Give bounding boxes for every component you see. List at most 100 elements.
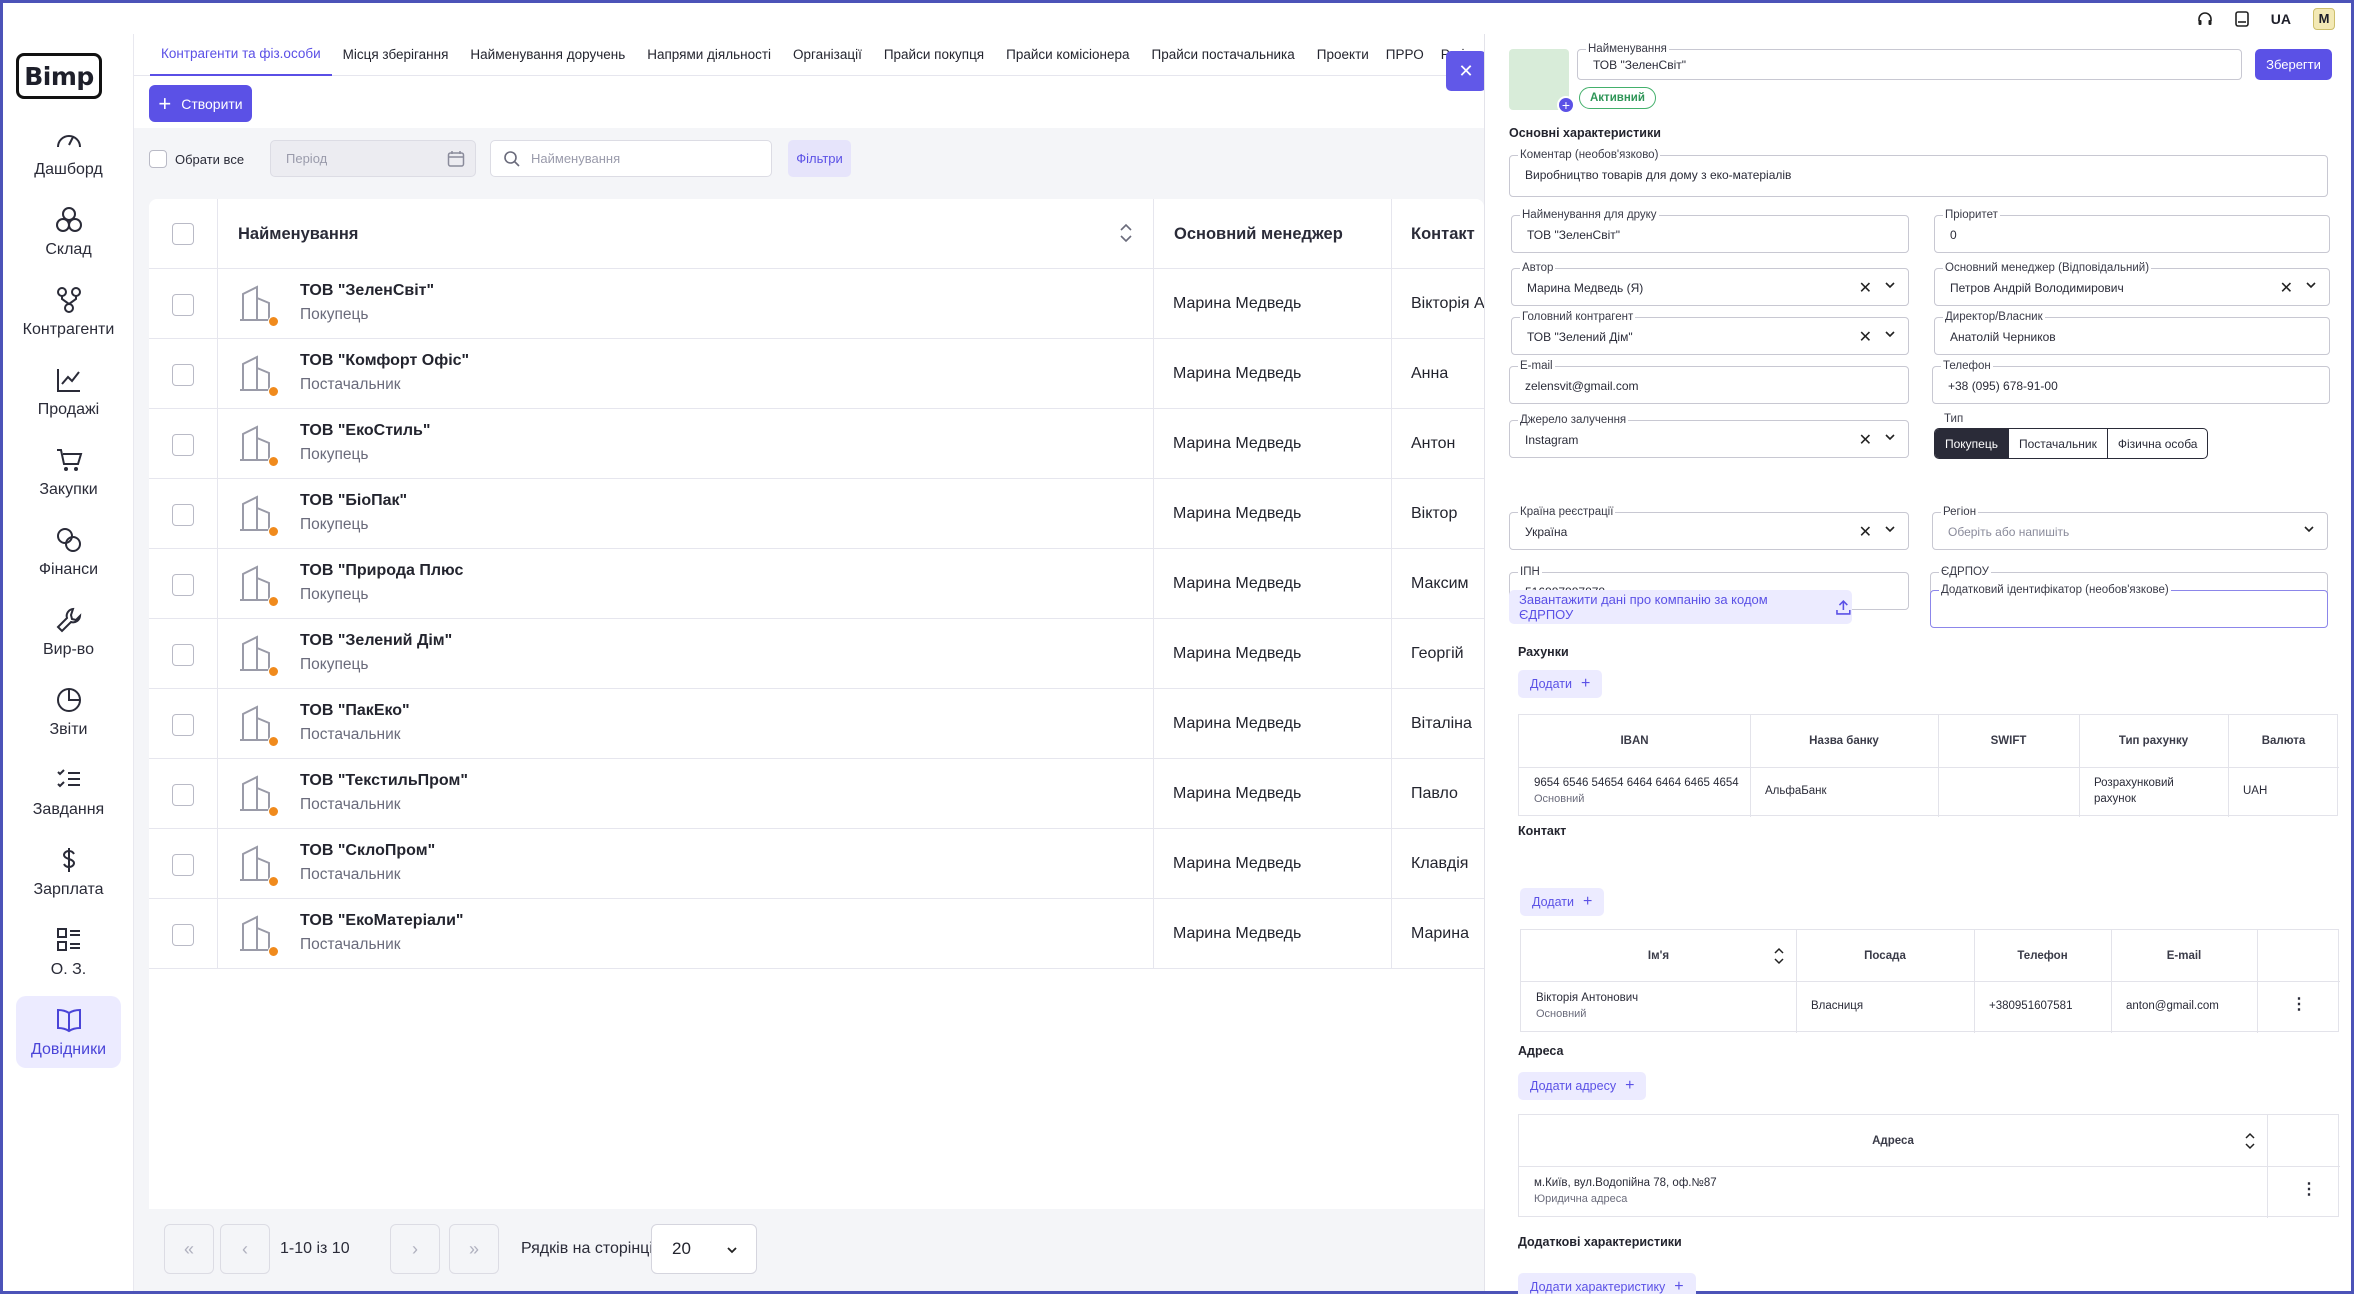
country-select[interactable]: Країна реєстрації Україна ✕ xyxy=(1509,505,1909,550)
row-name[interactable]: ТОВ "ТекстильПром" xyxy=(300,772,468,790)
user-avatar[interactable]: M xyxy=(2313,7,2335,30)
row-checkbox[interactable] xyxy=(172,784,194,806)
row-checkbox[interactable] xyxy=(172,714,194,736)
author-select[interactable]: Автор Марина Медведь (Я) ✕ xyxy=(1511,261,1909,306)
row-checkbox[interactable] xyxy=(172,364,194,386)
sort-icon[interactable] xyxy=(1119,221,1133,245)
create-button[interactable]: + Створити xyxy=(149,85,252,122)
more-vertical-icon[interactable]: ⋮ xyxy=(2301,1179,2317,1199)
tab-commissioner-prices[interactable]: Прайси комісіонера xyxy=(995,34,1140,76)
more-vertical-icon[interactable]: ⋮ xyxy=(2291,994,2307,1014)
table-row[interactable]: ТОВ "БіоПак" Покупець Марина Медведь Віктор xyxy=(149,479,1484,549)
status-badge[interactable]: Активний xyxy=(1579,87,1656,109)
table-row[interactable]: ТОВ "ПакЕко" Постачальник Марина Медведь Ві… xyxy=(149,689,1484,759)
type-buyer-option[interactable]: Покупець xyxy=(1935,429,2009,458)
table-row[interactable]: ТОВ "ЕкоМатеріали" Постачальник Марина Мед… xyxy=(149,899,1484,969)
source-select[interactable]: Джерело залучення Instagram ✕ xyxy=(1509,413,1909,458)
logo[interactable]: Bimp xyxy=(16,53,102,99)
sidebar-item-finance[interactable]: Фінанси xyxy=(16,516,121,588)
tab-supplier-prices[interactable]: Прайси постачальника xyxy=(1141,34,1306,76)
sidebar-item-purchases[interactable]: Закупки xyxy=(16,436,121,508)
sort-icon[interactable] xyxy=(2244,1130,2256,1152)
row-checkbox[interactable] xyxy=(172,924,194,946)
print-name-field[interactable]: Найменування для друку ТОВ "ЗеленСвіт" xyxy=(1511,208,1909,253)
table-row[interactable]: ТОВ "ТекстильПром" Постачальник Марина Мед… xyxy=(149,759,1484,829)
table-row[interactable]: ТОВ "СклоПром" Постачальник Марина Медведь… xyxy=(149,829,1484,899)
row-checkbox[interactable] xyxy=(172,854,194,876)
sort-icon[interactable] xyxy=(1773,945,1785,967)
row-checkbox[interactable] xyxy=(172,294,194,316)
load-company-data-button[interactable]: Завантажити дані про компанію за кодом Є… xyxy=(1509,590,1852,624)
language-switch[interactable]: UA xyxy=(2271,11,2291,27)
company-photo[interactable]: + xyxy=(1509,49,1575,114)
region-select[interactable]: Регіон Оберіть або напишіть xyxy=(1932,505,2328,550)
add-account-button[interactable]: Додати + xyxy=(1518,670,1603,698)
header-checkbox[interactable] xyxy=(172,223,194,245)
sidebar-item-reports[interactable]: Звіти xyxy=(16,676,121,748)
sidebar-item-warehouse[interactable]: Склад xyxy=(16,196,121,268)
filters-button[interactable]: Фільтри xyxy=(788,140,851,177)
rows-per-page-select[interactable]: 20 xyxy=(651,1224,757,1274)
sidebar-item-tasks[interactable]: Завдання xyxy=(16,756,121,828)
row-name[interactable]: ТОВ "БіоПак" xyxy=(300,492,407,510)
clear-icon[interactable]: ✕ xyxy=(2280,278,2293,298)
sidebar-item-salary[interactable]: Зарплата xyxy=(16,836,121,908)
tab-storage-places[interactable]: Місця зберігання xyxy=(332,34,460,76)
sidebar-item-directories[interactable]: Довідники xyxy=(16,996,121,1068)
row-name[interactable]: ТОВ "ЗеленСвіт" xyxy=(300,282,434,300)
email-field[interactable]: E-mail zelensvit@gmail.com xyxy=(1509,359,1909,404)
tab-activity-directions[interactable]: Напрями діяльності xyxy=(636,34,782,76)
table-row[interactable]: ТОВ "Комфорт Офіс" Постачальник Марина Мед… xyxy=(149,339,1484,409)
select-all-checkbox[interactable] xyxy=(149,150,167,168)
row-name[interactable]: ТОВ "ЕкоМатеріали" xyxy=(300,912,464,930)
next-page-button[interactable]: › xyxy=(390,1224,440,1274)
save-button[interactable]: Зберегти xyxy=(2255,49,2332,80)
add-address-button[interactable]: Додати адресу + xyxy=(1518,1072,1647,1100)
add-photo-icon[interactable]: + xyxy=(1557,96,1575,114)
clear-icon[interactable]: ✕ xyxy=(1859,278,1872,298)
period-field[interactable]: Період xyxy=(270,140,476,177)
table-row[interactable]: ТОВ "ЗеленСвіт" Покупець Марина Медведь Вік… xyxy=(149,269,1484,339)
clear-icon[interactable]: ✕ xyxy=(1859,327,1872,347)
row-name[interactable]: ТОВ "ПакЕко" xyxy=(300,702,410,720)
search-input[interactable]: Найменування xyxy=(490,140,772,177)
tab-contractors[interactable]: Контрагенти та фіз.особи xyxy=(150,34,332,76)
column-name[interactable]: Найменування xyxy=(238,199,358,269)
tab-buyer-prices[interactable]: Прайси покупця xyxy=(873,34,995,76)
director-field[interactable]: Директор/Власник Анатолій Черников xyxy=(1934,310,2330,355)
tab-organizations[interactable]: Організації xyxy=(782,34,873,76)
row-checkbox[interactable] xyxy=(172,574,194,596)
first-page-button[interactable]: « xyxy=(164,1224,214,1274)
comment-field[interactable]: Коментар (необов'язково) Виробництво тов… xyxy=(1509,148,2328,197)
select-all[interactable]: Обрати все xyxy=(149,150,244,168)
row-name[interactable]: ТОВ "СклоПром" xyxy=(300,842,435,860)
table-row[interactable]: ТОВ "ЕкоСтиль" Покупець Марина Медведь Анто… xyxy=(149,409,1484,479)
tab-assignment-names[interactable]: Найменування доручень xyxy=(459,34,636,76)
type-supplier-option[interactable]: Постачальник xyxy=(2009,429,2108,458)
phone-field[interactable]: Телефон +38 (095) 678-91-00 xyxy=(1932,359,2330,404)
type-individual-option[interactable]: Фізична особа xyxy=(2108,429,2208,458)
column-manager[interactable]: Основний менеджер xyxy=(1174,199,1343,269)
sidebar-item-production[interactable]: Вир-во xyxy=(16,596,121,668)
main-manager-select[interactable]: Основний менеджер (Відповідальний) Петро… xyxy=(1934,261,2330,306)
row-name[interactable]: ТОВ "Комфорт Офіс" xyxy=(300,352,469,370)
last-page-button[interactable]: » xyxy=(449,1224,499,1274)
add-contact-button[interactable]: Додати + xyxy=(1520,888,1605,916)
extra-id-field[interactable]: Додатковий ідентифікатор (необов'язкове) xyxy=(1930,583,2328,628)
name-field[interactable]: Найменування ТОВ "ЗеленСвіт" xyxy=(1577,42,2242,80)
row-checkbox[interactable] xyxy=(172,644,194,666)
priority-field[interactable]: Пріоритет 0 xyxy=(1934,208,2330,253)
table-row[interactable]: ТОВ "Зелений Дім" Покупець Марина Медведь Г… xyxy=(149,619,1484,689)
add-characteristic-button[interactable]: Додати характеристику + xyxy=(1518,1273,1696,1294)
sidebar-item-dashboard[interactable]: Дашборд xyxy=(16,116,121,188)
row-checkbox[interactable] xyxy=(172,434,194,456)
close-panel-button[interactable]: ✕ xyxy=(1446,51,1486,91)
head-contractor-select[interactable]: Головний контрагент ТОВ "Зелений Дім" ✕ xyxy=(1511,310,1909,355)
table-row[interactable]: ТОВ "Природа Плюс Покупець Марина Медведь М… xyxy=(149,549,1484,619)
clear-icon[interactable]: ✕ xyxy=(1859,430,1872,450)
tab-projects[interactable]: Проекти xyxy=(1306,34,1380,76)
tab-prro[interactable]: ПРРО xyxy=(1380,34,1430,76)
prev-page-button[interactable]: ‹ xyxy=(220,1224,270,1274)
column-contact[interactable]: Контакт xyxy=(1411,199,1475,269)
sidebar-item-fixed-assets[interactable]: О. З. xyxy=(16,916,121,988)
